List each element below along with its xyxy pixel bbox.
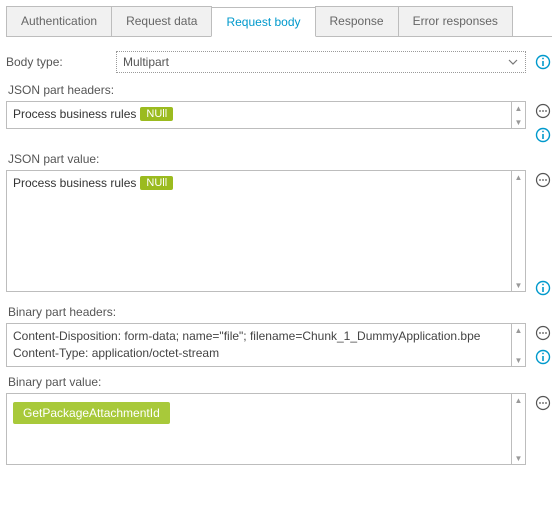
spin-up-icon[interactable]: ▲ [513,394,525,406]
info-icon[interactable] [534,53,552,71]
tab-authentication[interactable]: Authentication [6,6,112,36]
tab-label: Response [330,14,384,28]
chip-text: Process business rules [13,107,136,121]
chip-text: Process business rules [13,176,136,190]
spin-down-icon[interactable]: ▼ [513,452,525,464]
json-value-input[interactable]: Process business rules NUll [6,170,512,292]
info-icon[interactable] [534,348,552,366]
binary-headers-input[interactable]: Content-Disposition: form-data; name="fi… [6,323,512,367]
tab-label: Request body [226,15,300,29]
header-line-1: Content-Disposition: form-data; name="fi… [13,329,505,343]
spin-down-icon[interactable]: ▼ [513,354,525,366]
tab-label: Authentication [21,14,97,28]
expression-chip: Process business rules NUll [13,107,505,121]
tab-request-body[interactable]: Request body [211,7,315,37]
ellipsis-icon[interactable] [534,324,552,342]
tab-request-data[interactable]: Request data [111,6,212,36]
spin-down-icon[interactable]: ▼ [513,116,525,128]
spin-up-icon[interactable]: ▲ [513,324,525,336]
binary-headers-label: Binary part headers: [8,305,552,319]
tab-response[interactable]: Response [315,6,399,36]
binary-value-label: Binary part value: [8,375,552,389]
json-headers-input[interactable]: Process business rules NUll [6,101,512,129]
expression-chip: Process business rules NUll [13,176,505,190]
null-badge: NUll [140,107,173,121]
info-icon[interactable] [534,126,552,144]
tab-label: Request data [126,14,197,28]
ellipsis-icon[interactable] [534,102,552,120]
info-icon[interactable] [534,279,552,297]
json-headers-label: JSON part headers: [8,83,552,97]
spin-down-icon[interactable]: ▼ [513,279,525,291]
tab-error-responses[interactable]: Error responses [398,6,513,36]
body-type-value: Multipart [123,55,169,69]
json-value-label: JSON part value: [8,152,552,166]
spin-up-icon[interactable]: ▲ [513,102,525,114]
function-chip: GetPackageAttachmentId [13,402,170,424]
tab-label: Error responses [413,14,498,28]
null-badge: NUll [140,176,173,190]
chevron-down-icon[interactable] [505,54,521,70]
ellipsis-icon[interactable] [534,171,552,189]
tab-bar: Authentication Request data Request body… [6,6,552,37]
binary-value-input[interactable]: GetPackageAttachmentId [6,393,512,465]
body-type-label: Body type: [6,55,116,69]
header-line-2: Content-Type: application/octet-stream [13,346,505,360]
body-type-select[interactable]: Multipart [116,51,526,73]
ellipsis-icon[interactable] [534,394,552,412]
spin-up-icon[interactable]: ▲ [513,171,525,183]
